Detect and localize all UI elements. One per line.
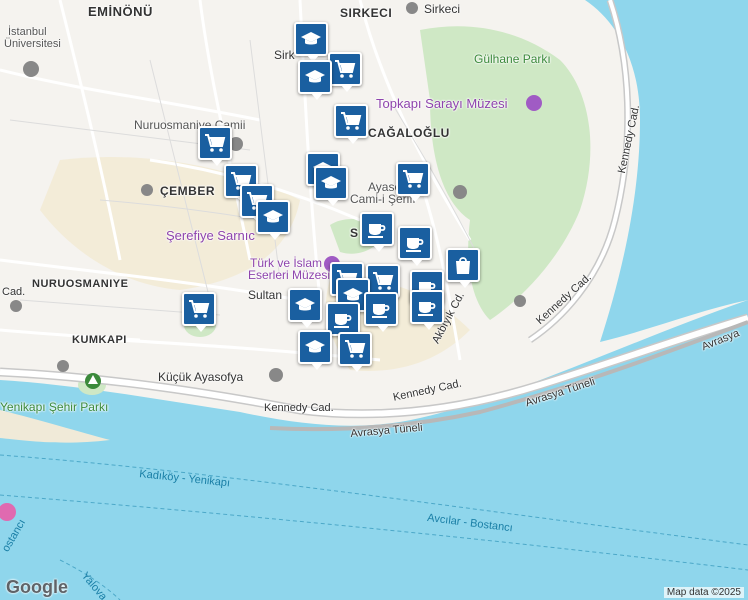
school-marker[interactable] [288,288,322,328]
school-icon [321,176,341,189]
shopping-marker[interactable] [338,332,372,372]
label-cad: Cad. [2,286,26,298]
school-marker[interactable] [294,22,328,62]
label-universite-line2: Üniversitesi [4,38,61,50]
shopping-marker[interactable] [198,126,232,166]
map-canvas[interactable]: EMİNÖNÜ SIRKECI Sirkeci Sirk İstanbul Ün… [0,0,748,600]
school-marker[interactable] [314,166,348,206]
cafe-icon [372,304,390,318]
cafe-icon [406,238,424,252]
shopping-marker[interactable] [328,52,362,92]
label-kennedy-1: Kennedy Cad. [264,402,334,414]
label-universite-line1: İstanbul [8,26,47,38]
school-icon [305,70,325,83]
cafe-marker[interactable] [398,226,432,266]
google-logo: Google [6,577,68,597]
shopping-icon [335,60,356,78]
label-eminonu: EMİNÖNÜ [88,4,153,19]
shopping-icon [345,340,366,358]
school-marker[interactable] [256,200,290,240]
school-marker[interactable] [298,60,332,100]
cafe-icon [334,314,352,328]
school-icon [263,210,283,223]
shopping-marker[interactable] [182,292,216,332]
label-kumkapi: KUMKAPI [72,334,127,346]
cafe-marker[interactable] [364,292,398,332]
shopping-icon [341,112,362,130]
label-sirkeci-station: Sirkeci [424,2,461,16]
label-turk-islam-line2: Eserleri Müzesi [248,268,331,282]
label-sirkeci-small: Sirk [274,48,295,62]
shopping-bag-marker[interactable] [446,248,480,288]
shopping-marker[interactable] [334,104,368,144]
label-nuruosmaniye: NURUOSMANIYE [32,278,129,290]
shopping-marker[interactable] [396,162,430,202]
shopping-icon [189,300,210,318]
label-cagaloglu: CAĞALOĞLU [368,126,450,140]
label-topkapi: Topkapı Sarayı Müzesi [376,96,508,111]
label-sultan: Sultan [248,288,283,302]
label-kucuk-ayasofya: Küçük Ayasofya [158,370,244,384]
label-yenikapi-park: Yenikapı Şehir Parkı [0,400,109,414]
label-sirkeci-district: SIRKECI [340,6,393,20]
shopping-icon [403,170,424,188]
label-gulhane-park: Gülhane Parkı [474,52,551,66]
shopping-bag-icon [456,257,470,274]
school-marker[interactable] [298,330,332,370]
cafe-icon [418,302,436,316]
cafe-marker[interactable] [410,290,444,330]
school-icon [301,32,321,45]
school-icon [305,340,325,353]
label-serefiye: Şerefiye Sarnıc [166,228,255,243]
cafe-marker[interactable] [360,212,394,252]
shopping-icon [373,272,394,290]
school-icon [295,298,315,311]
map-attribution[interactable]: Map data ©2025 [663,587,744,598]
label-cemberlitas: ÇEMBER [160,184,216,198]
shopping-icon [205,134,226,152]
cafe-icon [368,224,386,238]
